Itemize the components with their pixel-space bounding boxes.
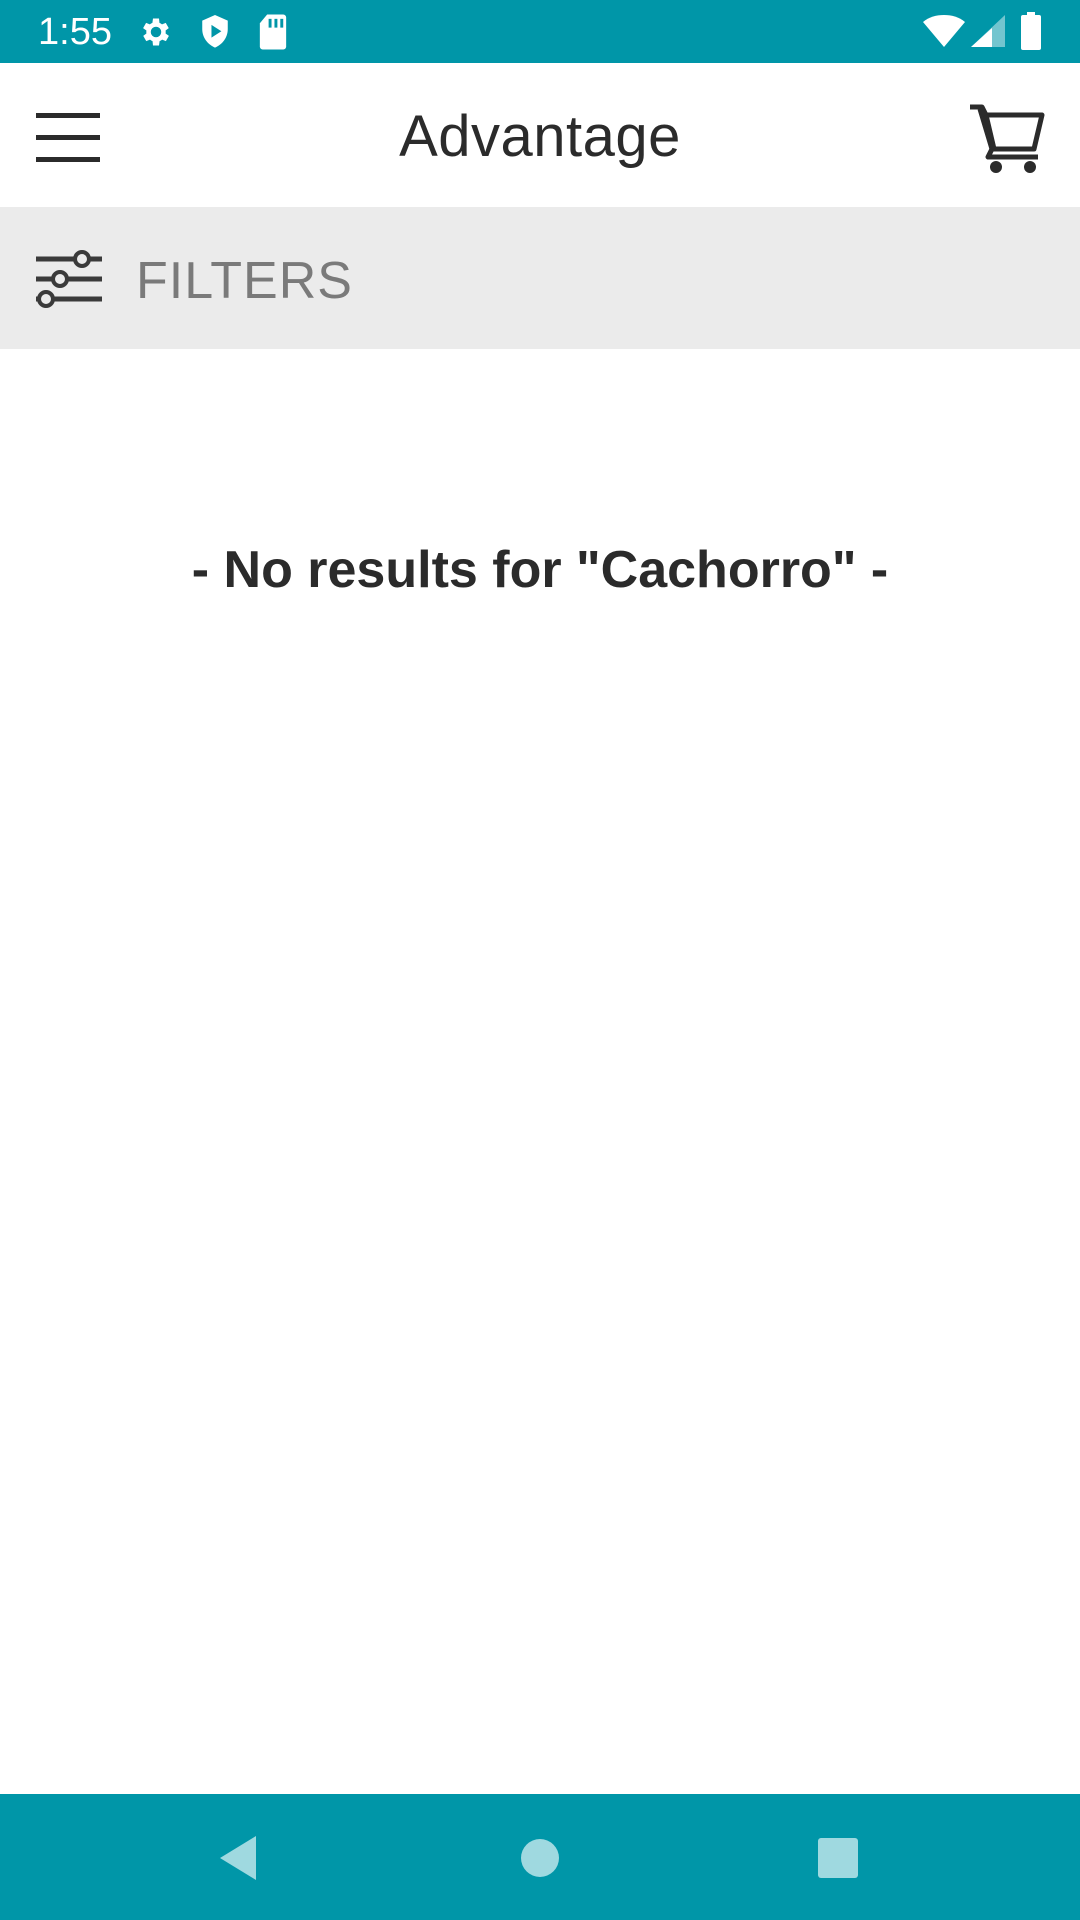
wifi-icon xyxy=(923,15,965,47)
back-button[interactable] xyxy=(202,1822,274,1894)
recents-button[interactable] xyxy=(802,1822,874,1894)
app-screen: 1:55 Advantage FILTERS - No results for … xyxy=(0,0,1080,1920)
battery-icon xyxy=(1021,12,1041,50)
shopping-cart-icon xyxy=(970,104,1045,173)
app-title: Advantage xyxy=(399,104,681,169)
app-bar: Advantage xyxy=(0,63,1080,207)
shield-play-icon xyxy=(202,15,228,48)
sd-card-icon xyxy=(259,14,287,50)
status-bar: 1:55 xyxy=(0,0,1080,63)
recents-icon xyxy=(818,1838,858,1878)
status-time: 1:55 xyxy=(38,11,112,53)
home-button[interactable] xyxy=(504,1822,576,1894)
system-nav-bar xyxy=(0,1794,1080,1920)
cell-signal-icon xyxy=(971,15,1005,47)
filters-button[interactable]: FILTERS xyxy=(0,207,1080,349)
filters-label: FILTERS xyxy=(136,252,353,310)
no-results-message: - No results for "Cachorro" - xyxy=(191,541,889,599)
back-icon xyxy=(220,1836,256,1880)
home-icon xyxy=(521,1839,559,1877)
cart-button[interactable] xyxy=(968,99,1048,179)
settings-icon xyxy=(143,18,169,46)
sliders-icon xyxy=(36,250,102,308)
